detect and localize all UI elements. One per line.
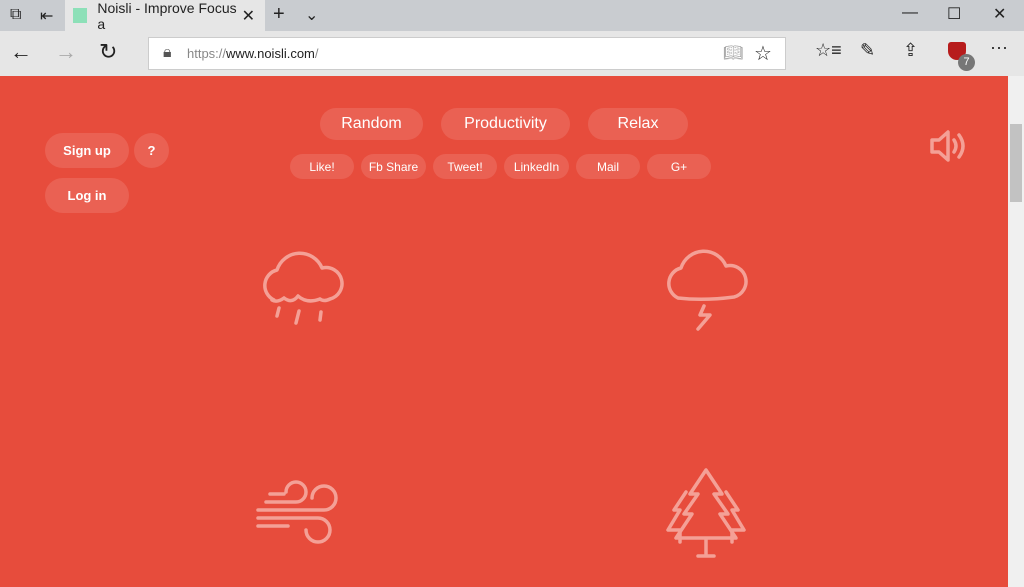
tab-noisli[interactable]: Noisli - Improve Focus a ✕ (65, 0, 265, 32)
url-suffix: / (314, 46, 319, 61)
reading-view-icon[interactable]: 📖︎ (723, 43, 743, 63)
wind-icon[interactable] (252, 478, 352, 553)
share-tweet[interactable]: Tweet! (433, 154, 497, 179)
tab-bar: ⧉ ⇤ Noisli - Improve Focus a ✕ + ⌄ — ☐ ✕ (0, 0, 1024, 32)
forest-icon[interactable] (656, 466, 756, 561)
maximize-icon[interactable]: ☐ (947, 4, 961, 24)
signup-button[interactable]: Sign up (45, 133, 129, 168)
share-gplus[interactable]: G+ (647, 154, 711, 179)
close-window-icon[interactable]: ✕ (993, 4, 1006, 24)
noisli-page: Random Productivity Relax Like! Fb Share… (0, 76, 1008, 587)
favorite-star-icon[interactable]: ☆ (754, 41, 772, 66)
help-button[interactable]: ? (134, 133, 169, 168)
new-tab-icon[interactable]: + (273, 3, 285, 26)
refresh-icon[interactable]: ↻ (99, 39, 117, 65)
close-tab-icon[interactable]: ✕ (242, 6, 255, 26)
login-button[interactable]: Log in (45, 178, 129, 213)
category-productivity[interactable]: Productivity (441, 108, 570, 140)
category-relax[interactable]: Relax (588, 108, 688, 140)
favorites-list-icon[interactable]: ☆≡ (815, 40, 842, 61)
share-facebook[interactable]: Fb Share (361, 154, 426, 179)
set-aside-tabs-icon[interactable]: ⇤ (40, 6, 53, 26)
share-like[interactable]: Like! (290, 154, 354, 179)
url-host: www.noisli.com (226, 46, 315, 61)
more-icon[interactable]: ··· (990, 37, 1008, 58)
lock-icon: 🔒︎ (163, 44, 172, 61)
share-linkedin[interactable]: LinkedIn (504, 154, 569, 179)
rain-icon[interactable] (252, 248, 352, 338)
volume-icon[interactable] (928, 128, 968, 164)
address-bar[interactable]: 🔒︎ https://www.noisli.com / 📖︎ ☆ (148, 37, 786, 70)
thunderstorm-icon[interactable] (656, 246, 756, 336)
back-icon[interactable]: ← (10, 39, 32, 65)
minimize-icon[interactable]: — (902, 4, 918, 22)
scrollbar-thumb[interactable] (1010, 124, 1022, 202)
pen-icon[interactable]: ✎ (860, 40, 875, 61)
extension-badge: 7 (958, 54, 975, 71)
forward-icon[interactable]: → (55, 39, 77, 65)
tab-title: Noisli - Improve Focus a (97, 0, 237, 32)
favicon-icon (73, 8, 88, 23)
category-random[interactable]: Random (320, 108, 423, 140)
url-prefix: https:// (187, 46, 227, 61)
nav-bar: ← → ↻ 🔒︎ https://www.noisli.com / 📖︎ ☆ ☆≡… (0, 31, 1024, 76)
share-mail[interactable]: Mail (576, 154, 640, 179)
share-icon[interactable]: ⇪ (903, 40, 918, 61)
chevron-down-icon[interactable]: ⌄ (305, 5, 318, 25)
tab-manager-icon[interactable]: ⧉ (10, 6, 21, 24)
